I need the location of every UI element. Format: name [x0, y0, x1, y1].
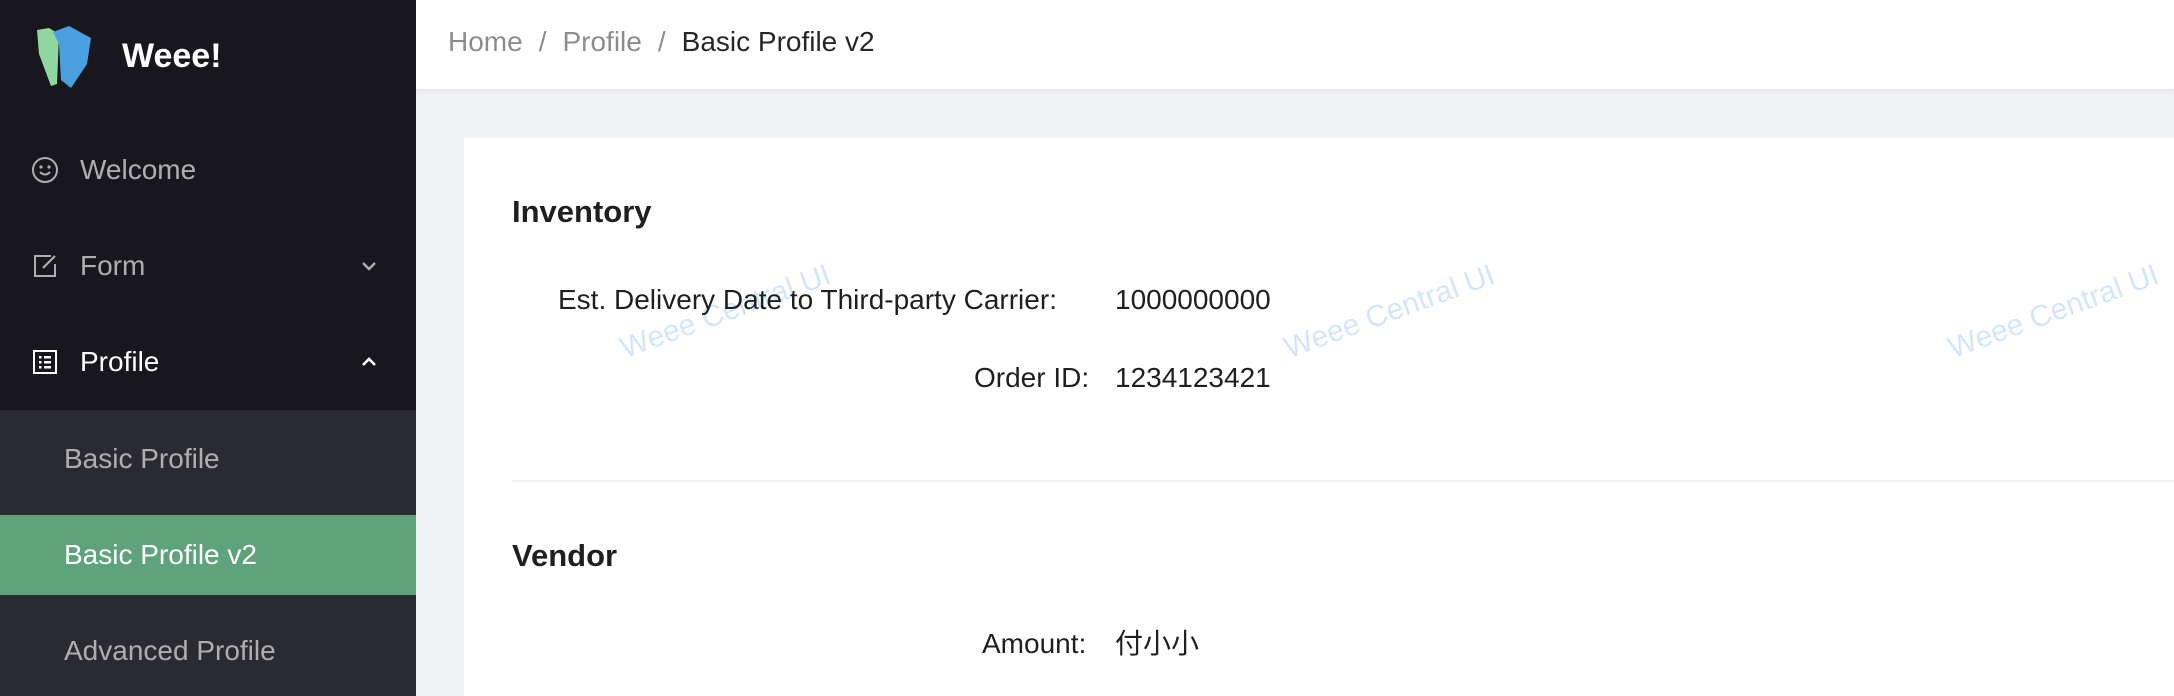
breadcrumb-separator: /: [657, 26, 666, 57]
submenu-item-label: Basic Profile v2: [64, 539, 257, 570]
sidebar-item-basic-profile[interactable]: Basic Profile: [0, 419, 416, 499]
profile-card: Weee Central UI Weee Central UI Weee Cen…: [464, 138, 2174, 696]
breadcrumb-home[interactable]: Home: [448, 26, 523, 57]
sidebar-item-form[interactable]: Form: [0, 218, 416, 314]
section-divider: [512, 480, 2174, 482]
label-colon: :: [1078, 628, 1087, 659]
watermark: Weee Central UI: [1944, 258, 2164, 366]
description-label: Est. Delivery Date to Third-party Carrie…: [558, 284, 1050, 315]
description-item: Order ID: 1234123421: [464, 358, 1764, 398]
label-colon: :: [1049, 284, 1057, 315]
section-title-vendor: Vendor: [512, 538, 618, 573]
profile-submenu: Basic Profile Basic Profile v2 Advanced …: [0, 410, 416, 696]
breadcrumb-profile[interactable]: Profile: [562, 26, 641, 57]
sidebar: Weee! Welcome Form Profile Basic Profile…: [0, 0, 416, 696]
description-item: Est. Delivery Date to Third-party Carrie…: [464, 280, 1764, 320]
sidebar-item-advanced-profile[interactable]: Advanced Profile: [0, 611, 416, 691]
smile-icon: [32, 157, 58, 183]
description-value: 1000000000: [1115, 284, 1271, 315]
top-header: Home / Profile / Basic Profile v2: [416, 0, 2174, 90]
label-colon: :: [1081, 362, 1090, 393]
sidebar-item-profile[interactable]: Profile: [0, 314, 416, 410]
app-name: Weee!: [122, 37, 222, 75]
submenu-item-label: Advanced Profile: [64, 635, 276, 666]
weee-logo-icon: [37, 26, 91, 88]
description-label: Amount: [982, 628, 1079, 659]
description-item: Amount: 付小小: [464, 624, 1764, 664]
sidebar-item-welcome[interactable]: Welcome: [0, 122, 416, 218]
description-value: 1234123421: [1115, 362, 1271, 393]
section-title-inventory: Inventory: [512, 194, 652, 229]
breadcrumb-current: Basic Profile v2: [681, 26, 875, 57]
description-label: Order ID: [974, 362, 1082, 393]
sidebar-item-label: Welcome: [80, 154, 197, 185]
chevron-up-icon: [362, 357, 376, 366]
breadcrumb: Home / Profile / Basic Profile v2: [448, 24, 875, 60]
sidebar-item-label: Form: [80, 250, 146, 281]
chevron-down-icon: [362, 262, 376, 271]
logo-area[interactable]: Weee!: [0, 0, 416, 116]
profile-icon: [33, 350, 57, 374]
edit-icon: [34, 255, 56, 277]
sidebar-item-basic-profile-v2[interactable]: Basic Profile v2: [0, 515, 416, 595]
submenu-item-label: Basic Profile: [64, 443, 220, 474]
breadcrumb-separator: /: [538, 26, 547, 57]
description-value: 付小小: [1115, 628, 1200, 659]
sidebar-item-label: Profile: [80, 346, 160, 377]
